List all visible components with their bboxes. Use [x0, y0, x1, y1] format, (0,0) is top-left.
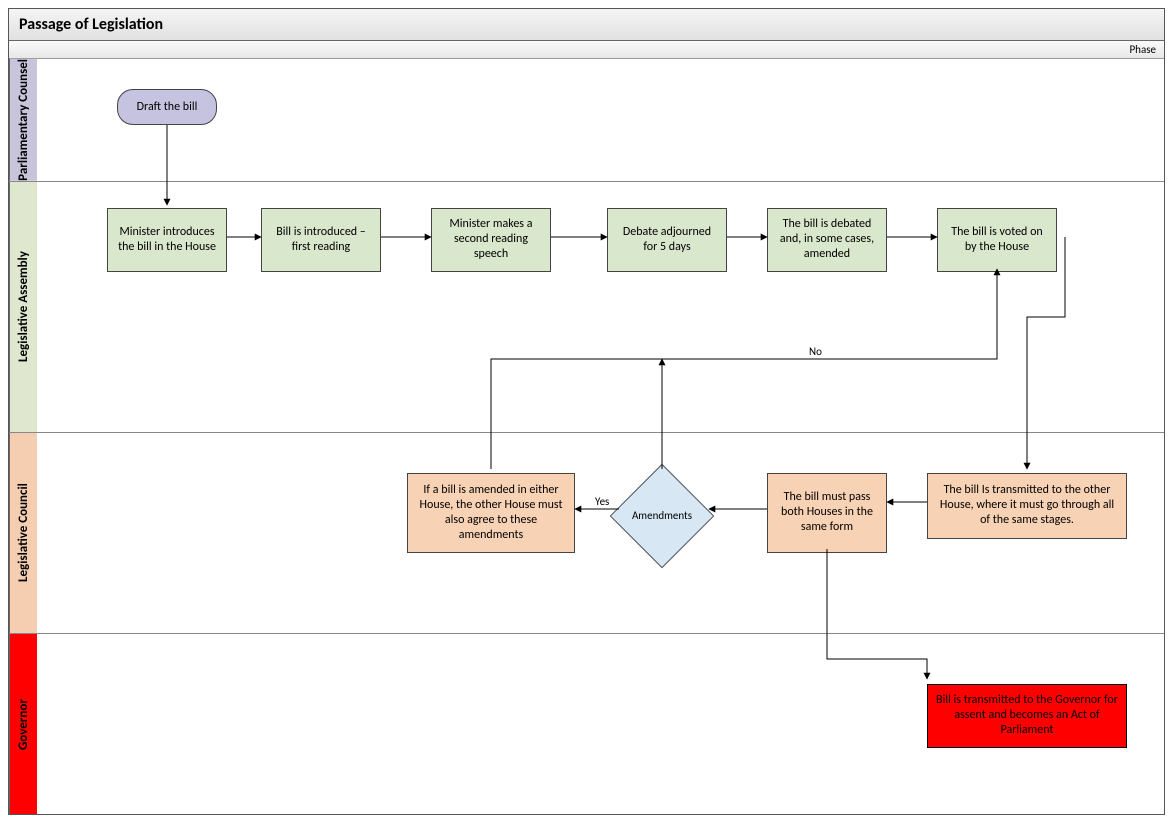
la-step-voted: The bill is voted on by the House — [937, 208, 1057, 272]
lane-legislative-assembly: Legislative Assembly Minister introduces… — [9, 181, 1164, 432]
lane-label-pc: Parliamentary Counsel — [9, 59, 37, 181]
gov-step-assent: Bill is transmitted to the Governor for … — [927, 684, 1127, 748]
lc-step-transmitted: The bill Is transmitted to the other Hou… — [927, 473, 1127, 539]
diagram-title: Passage of Legislation — [9, 9, 1164, 41]
lane-governor: Governor Bill is transmitted to the Gove… — [9, 633, 1164, 814]
la-step-adjourn: Debate adjourned for 5 days — [607, 208, 727, 272]
decision-amendments: Amendments — [617, 471, 707, 561]
phase-label: Phase — [9, 41, 1164, 59]
la-step-debated: The bill is debated and, in some cases, … — [767, 208, 887, 272]
lc-step-both-houses: The bill must pass both Houses in the sa… — [767, 473, 887, 553]
la-step-second-reading: Minister makes a second reading speech — [431, 208, 551, 272]
swimlane-container: Parliamentary Counsel Draft the bill Leg… — [9, 59, 1164, 814]
decision-amendments-label: Amendments — [632, 509, 692, 522]
lane-label-lc: Legislative Council — [9, 433, 37, 633]
lane-legislative-council: Legislative Council The bill Is transmit… — [9, 432, 1164, 633]
lane-label-gv: Governor — [9, 634, 37, 814]
lane-parliamentary-counsel: Parliamentary Counsel Draft the bill — [9, 59, 1164, 181]
lane-label-la: Legislative Assembly — [9, 182, 37, 432]
lc-step-amended-agree: If a bill is amended in either House, th… — [407, 473, 575, 553]
swimlane-diagram: Passage of Legislation Phase Parliamenta… — [8, 8, 1165, 815]
start-node: Draft the bill — [117, 89, 217, 125]
la-step-first-reading: Bill is introduced – first reading — [261, 208, 381, 272]
la-step-introduce: Minister introduces the bill in the Hous… — [107, 208, 227, 272]
